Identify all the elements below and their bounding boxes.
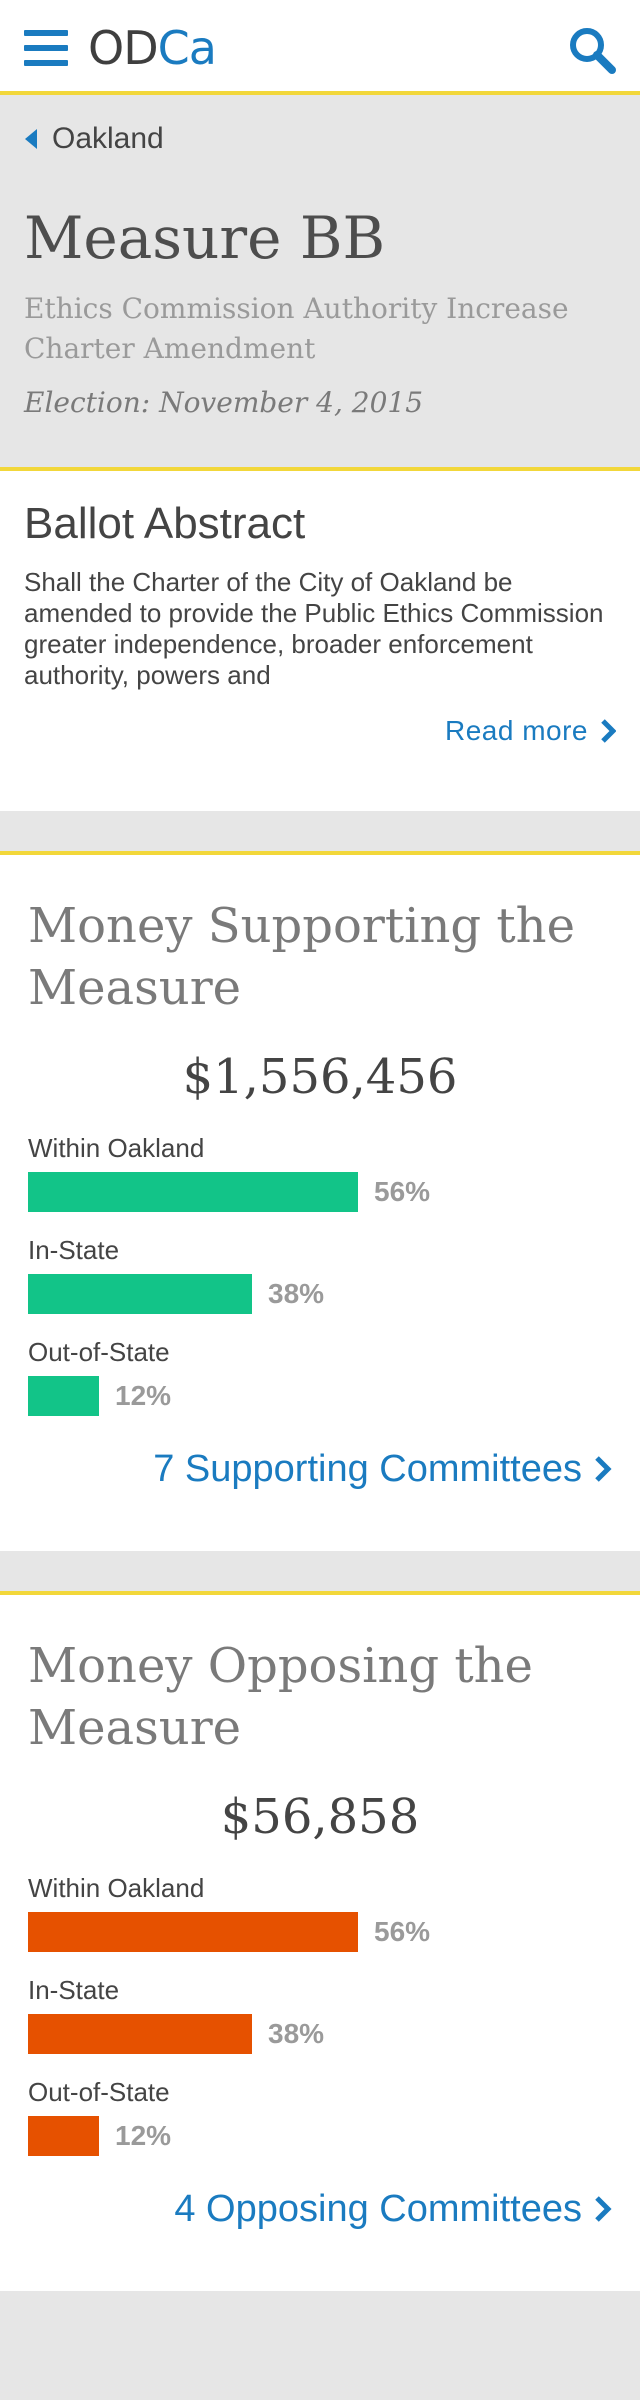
chevron-right-icon: [601, 719, 616, 743]
chevron-right-icon: [595, 2196, 612, 2222]
breakdown-percent: 56%: [374, 1176, 431, 1207]
breakdown-bar-line: 38%: [28, 1273, 612, 1315]
breakdown-bar: [28, 2116, 99, 2156]
opposing-total: $56,858: [220, 1789, 420, 1845]
breakdown-bar: [28, 1376, 99, 1416]
breakdown-row: In-State 38%: [28, 1235, 612, 1315]
hamburger-menu-icon[interactable]: [24, 30, 68, 66]
breakdown-label: In-State: [28, 1975, 120, 2005]
read-more-link[interactable]: Read more: [445, 715, 616, 747]
logo-text-ca: Ca: [157, 21, 217, 75]
breakdown-percent: 12%: [115, 1380, 172, 1411]
caret-left-icon: [25, 129, 37, 149]
supporting-committees-link[interactable]: 7 Supporting Committees: [28, 1445, 612, 1493]
breakdown-bar-line: 56%: [28, 1171, 612, 1213]
breakdown-bar-line: 56%: [28, 1911, 612, 1953]
measure-subtitle: Ethics Commission Authority Increase Cha…: [24, 292, 569, 365]
menu-line: [24, 60, 68, 66]
breakdown-bar: [28, 1172, 358, 1212]
opposing-committees-label: 4 Opposing Committees: [174, 2187, 582, 2230]
chevron-right-icon: [595, 1456, 612, 1482]
breakdown-row: Within Oakland 56%: [28, 1873, 612, 1953]
section-gap: [0, 811, 640, 851]
logo-text-od: OD: [88, 21, 159, 75]
breakdown-bar-line: 38%: [28, 2013, 612, 2055]
breakdown-row: Out-of-State 12%: [28, 1337, 612, 1417]
page-title: Measure BB: [24, 204, 386, 272]
supporting-heading: Money Supporting the Measure: [28, 898, 575, 1016]
measure-hero: Oakland Measure BB Ethics Commission Aut…: [0, 95, 640, 471]
breakdown-bar-line: 12%: [28, 2115, 612, 2157]
breakdown-bar: [28, 1274, 252, 1314]
breakdown-row: Within Oakland 56%: [28, 1133, 612, 1213]
breakdown-row: Out-of-State 12%: [28, 2077, 612, 2157]
opposing-heading: Money Opposing the Measure: [28, 1638, 533, 1756]
opposing-breakdown: Within Oakland 56% In-State 38% Out-of-State…: [28, 1873, 612, 2157]
money-supporting-card: Money Supporting the Measure $1,556,456 …: [0, 851, 640, 1551]
money-opposing-card: Money Opposing the Measure $56,858 Withi…: [0, 1591, 640, 2291]
site-logo[interactable]: ODCa: [88, 18, 217, 78]
breakdown-row: In-State 38%: [28, 1975, 612, 2055]
menu-line: [24, 30, 68, 36]
supporting-breakdown: Within Oakland 56% In-State 38% Out-of-State…: [28, 1133, 612, 1417]
breakdown-bar: [28, 1912, 358, 1952]
breakdown-percent: 38%: [268, 1278, 325, 1309]
back-link[interactable]: Oakland: [24, 122, 616, 155]
breakdown-percent: 56%: [374, 1916, 431, 1947]
breakdown-percent: 38%: [268, 2018, 325, 2049]
top-navbar: ODCa: [0, 0, 640, 95]
back-link-label: Oakland: [52, 122, 164, 155]
breakdown-label: In-State: [28, 1235, 120, 1265]
opposing-committees-link[interactable]: 4 Opposing Committees: [28, 2185, 612, 2233]
ballot-abstract-card: Ballot Abstract Shall the Charter of the…: [0, 471, 640, 811]
breakdown-percent: 12%: [115, 2120, 172, 2151]
breakdown-label: Out-of-State: [28, 2077, 170, 2107]
breakdown-label: Within Oakland: [28, 1873, 205, 1903]
breakdown-bar-line: 12%: [28, 1375, 612, 1417]
search-icon[interactable]: [566, 24, 618, 76]
section-gap: [0, 1551, 640, 1591]
breakdown-bar: [28, 2014, 252, 2054]
abstract-heading: Ballot Abstract: [24, 499, 306, 548]
election-date: Election: November 4, 2015: [24, 386, 424, 419]
menu-line: [24, 45, 68, 51]
breakdown-label: Within Oakland: [28, 1133, 205, 1163]
supporting-total: $1,556,456: [182, 1049, 458, 1105]
breakdown-label: Out-of-State: [28, 1337, 170, 1367]
supporting-committees-label: 7 Supporting Committees: [153, 1447, 582, 1490]
abstract-text: Shall the Charter of the City of Oakland…: [24, 567, 604, 690]
read-more-label: Read more: [444, 715, 588, 746]
